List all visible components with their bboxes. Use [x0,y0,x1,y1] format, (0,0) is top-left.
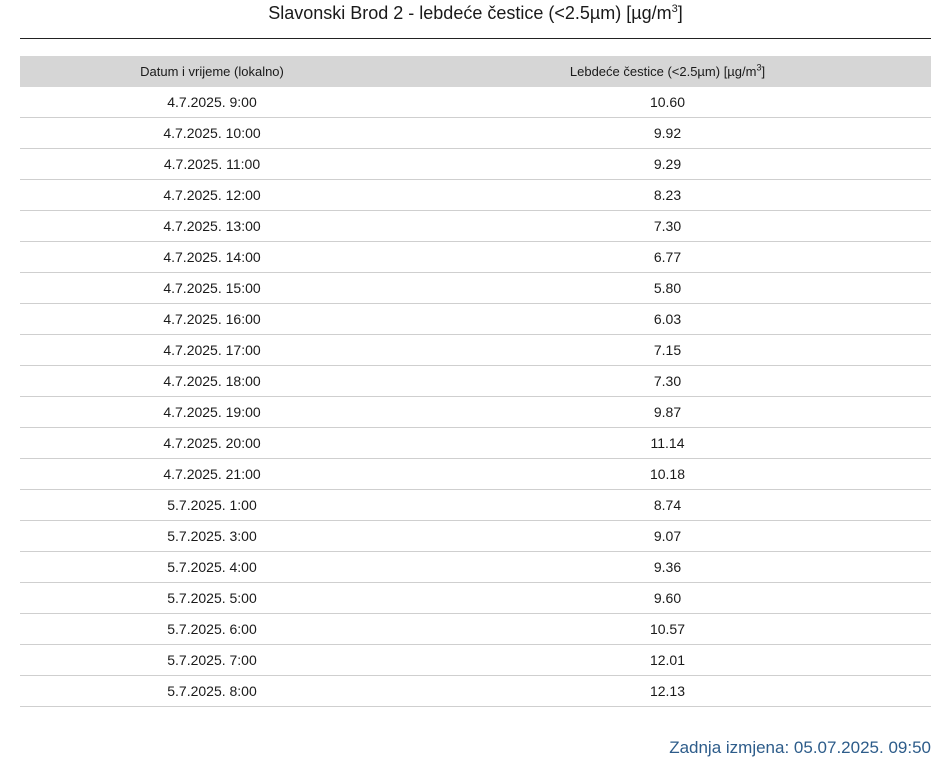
table-header: Datum i vrijeme (lokalno) Lebdeće čestic… [20,56,931,87]
last-modified-text: Zadnja izmjena: 05.07.2025. 09:50 [669,738,931,757]
cell-value: 10.60 [404,87,931,118]
cell-datetime: 4.7.2025. 15:00 [20,272,404,304]
table-row: 4.7.2025. 9:00 10.60 [20,87,931,118]
cell-datetime: 4.7.2025. 21:00 [20,458,404,490]
table-row: 4.7.2025. 10:00 9.92 [20,117,931,149]
cell-datetime: 4.7.2025. 14:00 [20,241,404,273]
table-row: 5.7.2025. 4:00 9.36 [20,551,931,583]
cell-datetime: 4.7.2025. 11:00 [20,148,404,180]
cell-value: 7.15 [404,334,931,366]
cell-datetime: 4.7.2025. 17:00 [20,334,404,366]
cell-value: 6.03 [404,303,931,335]
cell-datetime: 5.7.2025. 5:00 [20,582,404,614]
cell-datetime: 4.7.2025. 18:00 [20,365,404,397]
cell-datetime: 4.7.2025. 12:00 [20,179,404,211]
cell-datetime: 4.7.2025. 19:00 [20,396,404,428]
table-row: 4.7.2025. 18:00 7.30 [20,365,931,397]
table-row: 4.7.2025. 21:00 10.18 [20,458,931,490]
table-row: 4.7.2025. 17:00 7.15 [20,334,931,366]
cell-value: 5.80 [404,272,931,304]
table-row: 4.7.2025. 16:00 6.03 [20,303,931,335]
title-suffix: ] [677,3,683,23]
cell-value: 12.13 [404,675,931,707]
table-row: 4.7.2025. 15:00 5.80 [20,272,931,304]
cell-datetime: 4.7.2025. 16:00 [20,303,404,335]
data-table: Datum i vrijeme (lokalno) Lebdeće čestic… [20,56,931,707]
cell-datetime: 4.7.2025. 13:00 [20,210,404,242]
cell-value: 9.92 [404,117,931,149]
table-row: 4.7.2025. 13:00 7.30 [20,210,931,242]
table-row: 5.7.2025. 1:00 8.74 [20,489,931,521]
cell-datetime: 5.7.2025. 4:00 [20,551,404,583]
table-row: 5.7.2025. 5:00 9.60 [20,582,931,614]
cell-datetime: 5.7.2025. 3:00 [20,520,404,552]
cell-value: 12.01 [404,644,931,676]
cell-datetime: 4.7.2025. 20:00 [20,427,404,459]
table-row: 5.7.2025. 8:00 12.13 [20,675,931,707]
table-row: 5.7.2025. 3:00 9.07 [20,520,931,552]
column-header-value: Lebdeće čestice (<2.5µm) [µg/m3] [404,56,931,87]
table-row: 4.7.2025. 11:00 9.29 [20,148,931,180]
cell-datetime: 4.7.2025. 9:00 [20,87,404,118]
cell-value: 11.14 [404,427,931,459]
cell-value: 7.30 [404,210,931,242]
cell-datetime: 5.7.2025. 7:00 [20,644,404,676]
cell-value: 6.77 [404,241,931,273]
cell-datetime: 4.7.2025. 10:00 [20,117,404,149]
page-title: Slavonski Brod 2 - lebdeće čestice (<2.5… [20,0,931,39]
table-row: 4.7.2025. 20:00 11.14 [20,427,931,459]
column-header-value-suffix: ] [761,64,766,79]
cell-datetime: 5.7.2025. 1:00 [20,489,404,521]
cell-datetime: 5.7.2025. 8:00 [20,675,404,707]
table-row: 4.7.2025. 14:00 6.77 [20,241,931,273]
title-text: Slavonski Brod 2 - lebdeće čestice (<2.5… [268,3,672,23]
header-row: Datum i vrijeme (lokalno) Lebdeće čestic… [20,56,931,87]
cell-datetime: 5.7.2025. 6:00 [20,613,404,645]
table-row: 4.7.2025. 12:00 8.23 [20,179,931,211]
cell-value: 9.87 [404,396,931,428]
cell-value: 10.18 [404,458,931,490]
table-row: 5.7.2025. 6:00 10.57 [20,613,931,645]
cell-value: 9.36 [404,551,931,583]
table-body: 4.7.2025. 9:00 10.60 4.7.2025. 10:00 9.92 4.… [20,87,931,707]
cell-value: 10.57 [404,613,931,645]
cell-value: 7.30 [404,365,931,397]
cell-value: 8.74 [404,489,931,521]
cell-value: 9.07 [404,520,931,552]
column-header-datetime: Datum i vrijeme (lokalno) [20,56,404,87]
column-header-value-text: Lebdeće čestice (<2.5µm) [µg/m [569,64,757,79]
cell-value: 9.29 [404,148,931,180]
page: Slavonski Brod 2 - lebdeće čestice (<2.5… [20,0,931,707]
table-row: 5.7.2025. 7:00 12.01 [20,644,931,676]
cell-value: 8.23 [404,179,931,211]
cell-value: 9.60 [404,582,931,614]
table-row: 4.7.2025. 19:00 9.87 [20,396,931,428]
